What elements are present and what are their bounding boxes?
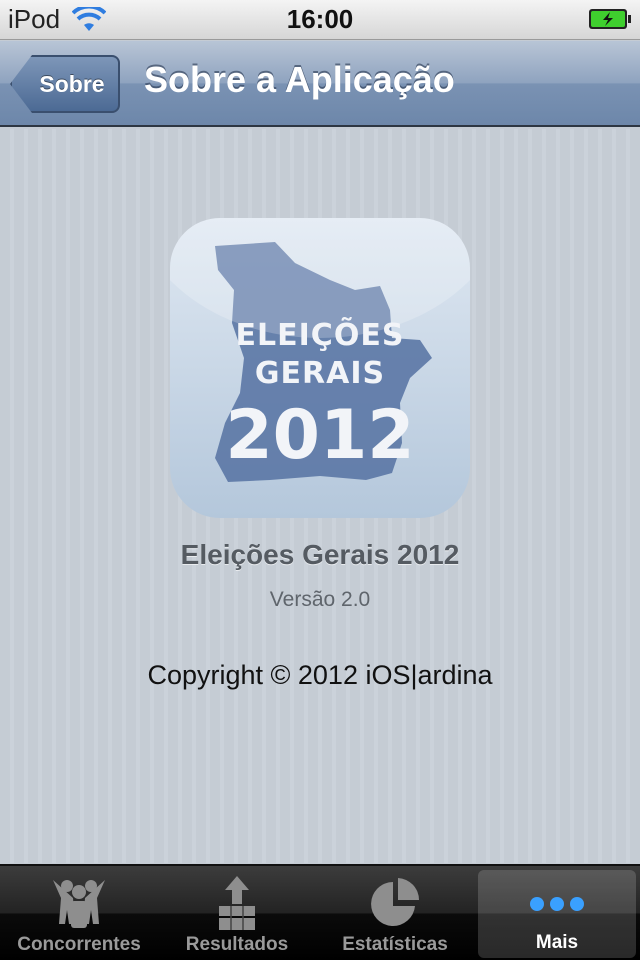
- app-version: Versão 2.0: [269, 588, 371, 611]
- tab-label-mais: Mais: [535, 932, 579, 953]
- icon-text-line2: GERAIS: [254, 356, 386, 391]
- tab-label-concorrentes: Concorrentes: [17, 934, 141, 955]
- icon-text-line1: ELEIÇÕES: [235, 318, 405, 353]
- tab-label-resultados: Resultados: [185, 934, 289, 955]
- icon-text-year: 2012: [225, 396, 415, 475]
- tab-label-estatisticas: Estatísticas: [342, 934, 448, 955]
- tab-concorrentes[interactable]: Concorrentes: [0, 866, 158, 960]
- status-time: 16:00: [286, 4, 354, 34]
- more-dots-icon: [530, 897, 584, 911]
- app-name: Eleições Gerais 2012: [180, 539, 460, 570]
- status-bar: iPod 16:00: [0, 0, 640, 40]
- page-title: Sobre a Aplicação: [144, 59, 455, 100]
- tab-mais[interactable]: Mais: [478, 870, 636, 958]
- navigation-bar: Sobre Sobre a Aplicação: [0, 41, 640, 127]
- tab-resultados[interactable]: Resultados: [158, 866, 316, 960]
- about-content: ELEIÇÕES GERAIS 2012 Eleições Gerais 201…: [0, 129, 640, 863]
- back-button[interactable]: Sobre: [10, 55, 120, 113]
- tab-estatisticas[interactable]: Estatísticas: [316, 866, 474, 960]
- battery-icon: [589, 9, 631, 29]
- people-icon: [53, 880, 105, 928]
- tab-bar: Concorrentes Resultados Estatísticas Mai…: [0, 864, 640, 960]
- results-upload-icon: [219, 876, 255, 930]
- pie-chart-icon: [371, 878, 419, 926]
- app-icon: ELEIÇÕES GERAIS 2012: [170, 218, 470, 518]
- copyright-text: Copyright © 2012 iOS|ardina: [147, 660, 493, 690]
